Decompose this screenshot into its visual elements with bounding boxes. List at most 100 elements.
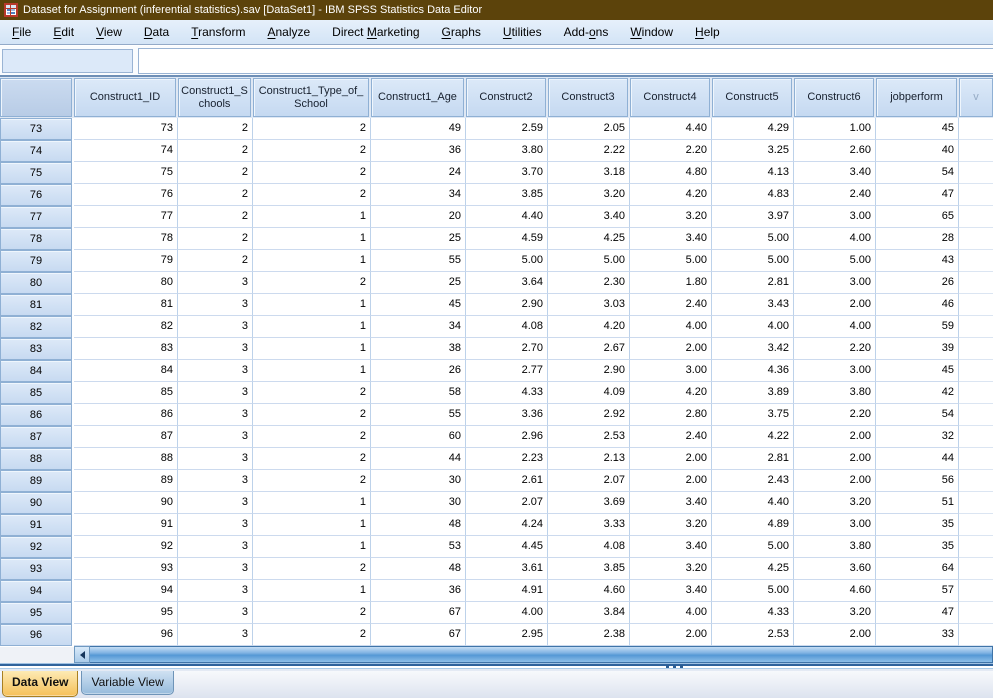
data-cell[interactable]: 2.77 [466, 360, 548, 382]
data-cell[interactable]: 2.23 [466, 448, 548, 470]
data-cell[interactable]: 28 [876, 228, 959, 250]
data-cell[interactable]: 2 [178, 250, 253, 272]
data-cell[interactable]: 51 [876, 492, 959, 514]
data-cell[interactable]: 2.53 [548, 426, 630, 448]
data-cell-var[interactable] [959, 316, 993, 338]
row-header-cell[interactable]: 82 [0, 316, 72, 338]
data-cell[interactable]: 3.89 [712, 382, 794, 404]
data-cell[interactable]: 5.00 [630, 250, 712, 272]
data-cell[interactable]: 3.40 [548, 206, 630, 228]
data-cell[interactable]: 3.20 [794, 492, 876, 514]
menu-item-file[interactable]: File [1, 22, 42, 42]
data-cell[interactable]: 3.80 [794, 382, 876, 404]
data-cell[interactable]: 4.20 [630, 184, 712, 206]
menu-item-add-ons[interactable]: Add-ons [553, 22, 620, 42]
data-cell[interactable]: 4.91 [466, 580, 548, 602]
data-cell-var[interactable] [959, 470, 993, 492]
data-cell[interactable]: 2.13 [548, 448, 630, 470]
data-cell[interactable]: 2.00 [630, 624, 712, 646]
data-cell-var[interactable] [959, 250, 993, 272]
data-cell[interactable]: 4.89 [712, 514, 794, 536]
data-cell[interactable]: 3.75 [712, 404, 794, 426]
data-cell[interactable]: 67 [371, 624, 466, 646]
data-cell[interactable]: 86 [74, 404, 178, 426]
data-cell-var[interactable] [959, 272, 993, 294]
data-cell[interactable]: 2 [253, 184, 371, 206]
data-cell[interactable]: 3.03 [548, 294, 630, 316]
column-header[interactable]: Construct1_Type_of_School [253, 78, 369, 117]
data-cell[interactable]: 45 [876, 360, 959, 382]
data-cell[interactable]: 77 [74, 206, 178, 228]
data-cell[interactable]: 2.61 [466, 470, 548, 492]
data-cell[interactable]: 3.84 [548, 602, 630, 624]
data-cell[interactable]: 1 [253, 228, 371, 250]
data-cell-var[interactable] [959, 228, 993, 250]
data-cell[interactable]: 36 [371, 140, 466, 162]
data-cell[interactable]: 25 [371, 228, 466, 250]
data-cell[interactable]: 3 [178, 338, 253, 360]
data-cell[interactable]: 1 [253, 250, 371, 272]
data-cell[interactable]: 54 [876, 404, 959, 426]
row-header-cell[interactable]: 89 [0, 470, 72, 492]
data-cell[interactable]: 4.08 [466, 316, 548, 338]
data-cell[interactable]: 1.00 [794, 118, 876, 140]
row-header-cell[interactable]: 92 [0, 536, 72, 558]
data-cell[interactable]: 3 [178, 404, 253, 426]
menu-item-utilities[interactable]: Utilities [492, 22, 553, 42]
data-cell[interactable]: 2.20 [794, 404, 876, 426]
row-header-cell[interactable]: 77 [0, 206, 72, 228]
data-cell[interactable]: 1 [253, 206, 371, 228]
data-cell[interactable]: 2.81 [712, 272, 794, 294]
data-cell[interactable]: 34 [371, 316, 466, 338]
menu-item-view[interactable]: View [85, 22, 133, 42]
data-cell[interactable]: 2.95 [466, 624, 548, 646]
data-cell[interactable]: 2 [253, 404, 371, 426]
column-header[interactable]: Construct2 [466, 78, 546, 117]
data-cell[interactable]: 44 [876, 448, 959, 470]
data-cell[interactable]: 3 [178, 558, 253, 580]
data-cell[interactable]: 2 [253, 162, 371, 184]
data-cell[interactable]: 2.20 [794, 338, 876, 360]
cell-editor-bar[interactable] [138, 48, 993, 74]
data-cell[interactable]: 3.20 [630, 558, 712, 580]
data-cell[interactable]: 24 [371, 162, 466, 184]
data-cell[interactable]: 48 [371, 558, 466, 580]
data-cell[interactable]: 2.67 [548, 338, 630, 360]
column-header[interactable]: Construct1_ID [74, 78, 176, 117]
splitter-grip-icon[interactable] [666, 665, 683, 668]
data-cell[interactable]: 59 [876, 316, 959, 338]
data-cell-var[interactable] [959, 162, 993, 184]
data-cell[interactable]: 20 [371, 206, 466, 228]
data-cell[interactable]: 89 [74, 470, 178, 492]
data-cell[interactable]: 5.00 [548, 250, 630, 272]
column-header[interactable]: Construct1_Schools [178, 78, 251, 117]
data-cell[interactable]: 3.36 [466, 404, 548, 426]
data-cell[interactable]: 3.80 [794, 536, 876, 558]
menu-item-analyze[interactable]: Analyze [256, 22, 321, 42]
data-cell[interactable]: 1 [253, 360, 371, 382]
data-cell[interactable]: 3 [178, 580, 253, 602]
data-cell[interactable]: 4.60 [548, 580, 630, 602]
data-cell[interactable]: 3 [178, 492, 253, 514]
scroll-left-arrow-button[interactable] [74, 646, 90, 663]
data-cell[interactable]: 3 [178, 470, 253, 492]
data-cell[interactable]: 2.30 [548, 272, 630, 294]
data-cell[interactable]: 91 [74, 514, 178, 536]
data-cell[interactable]: 1 [253, 294, 371, 316]
data-cell[interactable]: 30 [371, 470, 466, 492]
data-cell[interactable]: 2.07 [466, 492, 548, 514]
data-cell[interactable]: 2.90 [466, 294, 548, 316]
data-cell-var[interactable] [959, 206, 993, 228]
data-cell[interactable]: 35 [876, 514, 959, 536]
data-cell[interactable]: 3.20 [548, 184, 630, 206]
data-cell[interactable]: 45 [371, 294, 466, 316]
row-header-cell[interactable]: 78 [0, 228, 72, 250]
data-cell[interactable]: 4.29 [712, 118, 794, 140]
data-cell[interactable]: 1 [253, 514, 371, 536]
data-cell[interactable]: 2.40 [794, 184, 876, 206]
data-cell[interactable]: 96 [74, 624, 178, 646]
data-cell[interactable]: 83 [74, 338, 178, 360]
data-cell[interactable]: 84 [74, 360, 178, 382]
data-cell-var[interactable] [959, 492, 993, 514]
data-cell[interactable]: 2 [178, 228, 253, 250]
